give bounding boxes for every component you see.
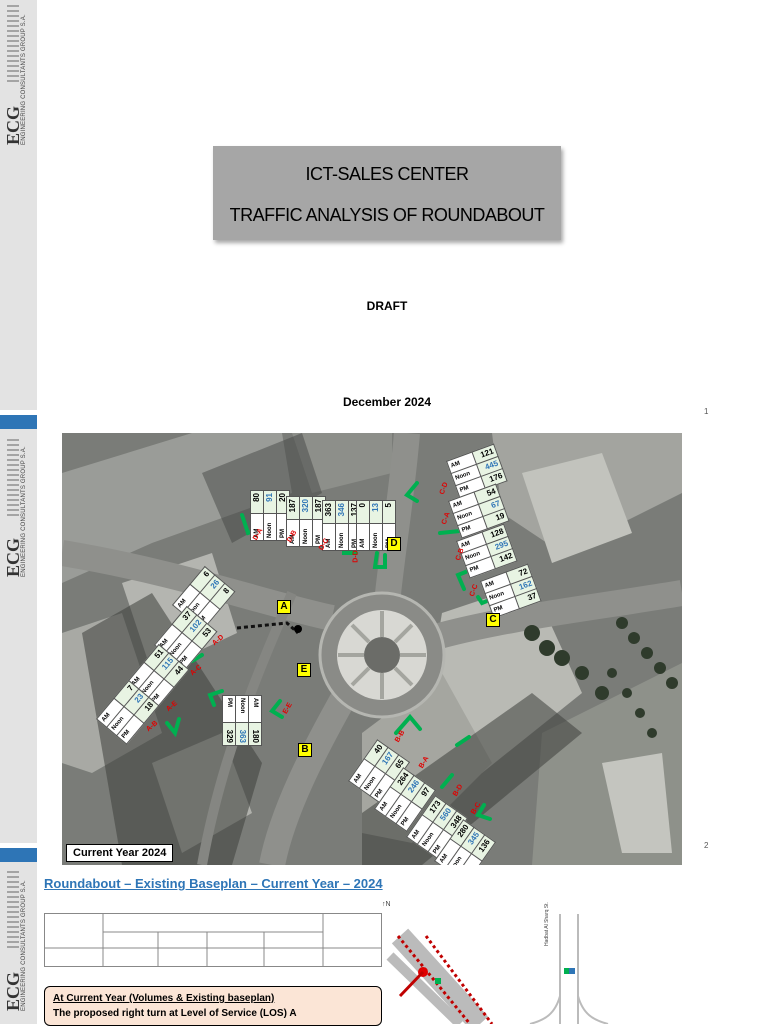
arabic-logo-text — [7, 868, 19, 948]
north-arrow-icon: ↑N — [382, 901, 391, 908]
node-marker-a: A — [277, 600, 291, 614]
arabic-logo-text — [7, 436, 19, 516]
report-date: December 2024 — [342, 395, 432, 409]
turn-label: D-D — [352, 550, 360, 563]
draft-label: DRAFT — [366, 299, 408, 313]
node-marker-b: B — [298, 743, 312, 757]
row-label: Noon — [263, 513, 277, 541]
page-number: 1 — [704, 407, 709, 416]
note-body: The proposed right turn at Level of Serv… — [53, 1008, 297, 1019]
row-label: Noon — [335, 523, 349, 551]
company-logo: ECG ENGINEERING CONSULTANTS GROUP S.A. — [3, 0, 35, 150]
volume-am: 0 — [356, 500, 370, 524]
roundabout-plan: ↑N — [382, 901, 609, 1024]
page-number: 2 — [704, 841, 709, 850]
logo-subtitle: ENGINEERING CONSULTANTS GROUP S.A. — [21, 14, 27, 145]
logo-subtitle: ENGINEERING CONSULTANTS GROUP S.A. — [21, 880, 27, 1011]
aerial-map: AM 121 Noon 445 PM 176 AM 54 Noon 67 PM 19 AM 1… — [62, 433, 682, 865]
note-heading: At Current Year (Volumes & Existing base… — [53, 993, 275, 1004]
volume-am: 180 — [248, 722, 262, 746]
street-label: Hadbat Al Sharq St. — [544, 902, 550, 946]
row-label: Noon — [235, 695, 249, 723]
logo-subtitle: ENGINEERING CONSULTANTS GROUP S.A. — [21, 446, 27, 577]
node-marker-d: D — [387, 537, 401, 551]
row-label: PM — [222, 695, 236, 723]
row-label: Noon — [369, 523, 383, 551]
row-label: AM — [356, 523, 370, 551]
title-line-1: ICT-SALES CENTER — [305, 164, 469, 184]
volume-noon: 91 — [263, 490, 277, 514]
los-table — [44, 913, 382, 967]
volume-pm: 329 — [222, 722, 236, 746]
title-line-2: TRAFFIC ANALYSIS OF ROUNDABOUT — [229, 205, 545, 225]
row-label: AM — [248, 695, 262, 723]
sidebar-accent — [0, 848, 37, 862]
volume-am: 363 — [322, 500, 336, 524]
node-marker-e: E — [297, 663, 311, 677]
volume-noon: 13 — [369, 500, 383, 524]
row-label: Noon — [299, 519, 313, 547]
sidebar-accent — [0, 415, 37, 429]
company-logo: ECG ENGINEERING CONSULTANTS GROUP S.A. — [3, 866, 35, 1016]
callout-note: At Current Year (Volumes & Existing base… — [44, 986, 382, 1026]
volume-am: 80 — [250, 490, 264, 514]
node-marker-c: C — [486, 613, 500, 627]
company-logo: ECG ENGINEERING CONSULTANTS GROUP S.A. — [3, 432, 35, 582]
volume-am: 187 — [286, 496, 300, 520]
section-title: Roundabout – Existing Baseplan – Current… — [44, 876, 383, 891]
volume-noon: 320 — [299, 496, 313, 520]
volume-noon: 346 — [335, 500, 349, 524]
volume-table: AM 180 Noon 363 PM 329 — [222, 695, 262, 746]
title-box: ICT-SALES CENTER TRAFFIC ANALYSIS OF ROU… — [213, 146, 561, 240]
arabic-logo-text — [7, 2, 19, 82]
volume-pm: 5 — [382, 500, 396, 524]
los-table-grid — [45, 914, 381, 966]
volume-noon: 363 — [235, 722, 249, 746]
current-year-label: Current Year 2024 — [66, 844, 174, 862]
